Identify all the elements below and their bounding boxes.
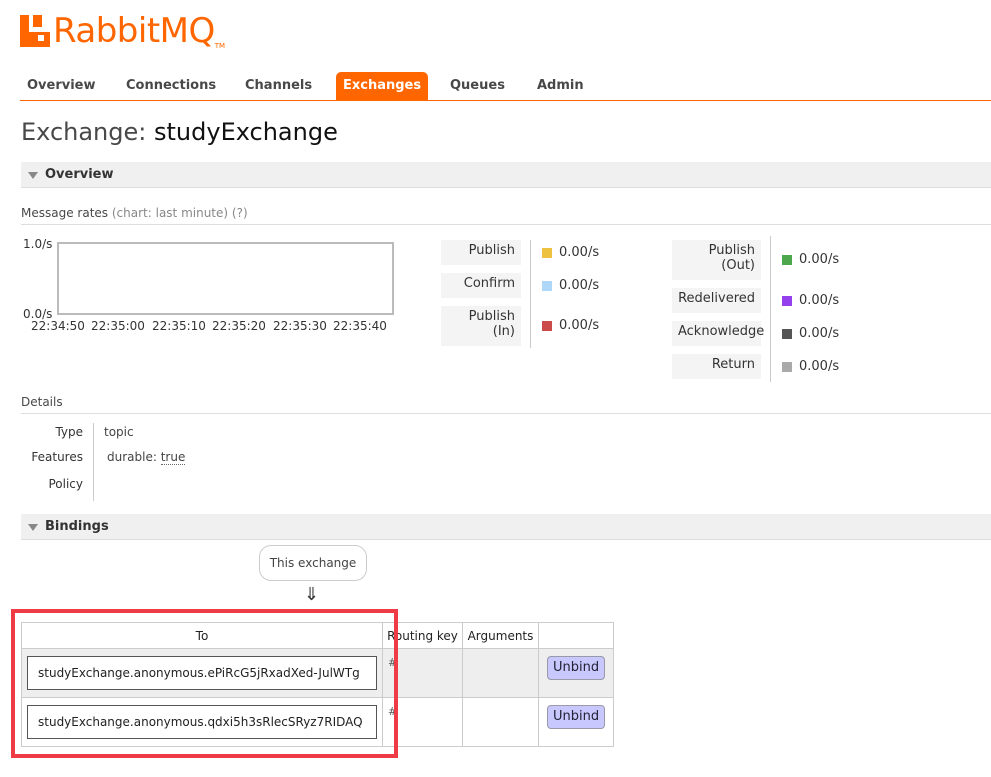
- main-nav: Overview Connections Channels Exchanges …: [20, 72, 991, 101]
- arguments-cell: [462, 648, 539, 698]
- message-rates-header: Message rates (chart: last minute) (?): [21, 206, 991, 225]
- legend-confirm-value: 0.00/s: [542, 278, 599, 293]
- tab-exchanges[interactable]: Exchanges: [336, 72, 429, 100]
- unbind-button[interactable]: Unbind: [547, 705, 606, 729]
- legend-redelivered-label: Redelivered: [672, 288, 761, 313]
- legend-acknowledge-value: 0.00/s: [782, 326, 839, 341]
- logo-text: RabbitMQ: [53, 11, 215, 51]
- confirm-swatch: [542, 280, 552, 291]
- details-header: Details: [21, 395, 991, 414]
- features-value: durable: true: [107, 450, 186, 465]
- acknowledge-swatch: [782, 328, 792, 339]
- chart-x-tick: 22:35:30: [273, 319, 327, 333]
- highlight-box: [11, 609, 398, 758]
- actions-cell: Unbind: [537, 648, 615, 698]
- collapse-triangle-icon: [28, 172, 38, 179]
- legend-publish-value: 0.00/s: [542, 245, 599, 260]
- message-rates-label: Message rates: [21, 206, 109, 220]
- publish-swatch: [542, 247, 552, 258]
- rabbitmq-logo-icon: [20, 15, 50, 47]
- return-swatch: [782, 361, 792, 372]
- legend-publish-in-value: 0.00/s: [542, 318, 599, 333]
- publish-out-rate: 0.00/s: [799, 252, 840, 267]
- legend-acknowledge-label: Acknowledge: [672, 321, 764, 346]
- publish-out-line2: (Out): [721, 258, 755, 273]
- bindings-section-header[interactable]: Bindings: [21, 514, 991, 540]
- chart-x-tick: 22:34:50: [31, 319, 85, 333]
- unbind-button[interactable]: Unbind: [547, 656, 606, 680]
- tab-connections[interactable]: Connections: [119, 72, 223, 100]
- publish-in-line2: (In): [492, 324, 515, 339]
- legend-divider: [770, 236, 771, 382]
- tab-admin[interactable]: Admin: [530, 72, 591, 100]
- chart-x-tick: 22:35:20: [212, 319, 266, 333]
- confirm-rate: 0.00/s: [559, 278, 600, 293]
- redelivered-rate: 0.00/s: [799, 293, 840, 308]
- publish-in-swatch: [542, 320, 552, 331]
- publish-out-line1: Publish: [708, 243, 755, 258]
- rabbitmq-logo: RabbitMQ TM: [20, 12, 225, 52]
- page-title: Exchange: studyExchange: [21, 118, 338, 146]
- publish-in-rate: 0.00/s: [559, 318, 600, 333]
- feature-durable-key: durable:: [107, 450, 157, 464]
- publish-out-swatch: [782, 254, 792, 265]
- bindings-header-label: Bindings: [45, 519, 109, 534]
- chart-x-tick: 22:35:40: [333, 319, 387, 333]
- down-arrow-icon: ⇓: [304, 584, 320, 605]
- publish-rate: 0.00/s: [559, 245, 600, 260]
- chart-x-tick: 22:35:00: [91, 319, 145, 333]
- collapse-triangle-icon: [28, 524, 38, 531]
- chart-x-tick: 22:35:10: [152, 319, 206, 333]
- legend-publish-in-label: Publish (In): [441, 306, 521, 346]
- details-divider: [93, 423, 94, 501]
- feature-durable-value: true: [160, 450, 186, 465]
- type-label: Type: [55, 425, 83, 439]
- this-exchange-box: This exchange: [259, 545, 367, 581]
- overview-header-label: Overview: [45, 167, 114, 182]
- logo-trademark: TM: [214, 42, 226, 50]
- tab-overview[interactable]: Overview: [20, 72, 103, 100]
- col-actions: [537, 622, 615, 649]
- message-rates-chart: [57, 242, 394, 315]
- legend-return-value: 0.00/s: [782, 359, 839, 374]
- legend-divider: [530, 240, 531, 348]
- actions-cell: Unbind: [537, 697, 615, 747]
- features-label: Features: [31, 450, 83, 464]
- arguments-cell: [462, 697, 539, 747]
- legend-redelivered-value: 0.00/s: [782, 293, 839, 308]
- publish-in-line1: Publish: [468, 309, 515, 324]
- tab-queues[interactable]: Queues: [443, 72, 512, 100]
- type-value: topic: [104, 425, 134, 439]
- chart-y-max: 1.0/s: [23, 237, 53, 251]
- rates-help-link[interactable]: (?): [232, 206, 248, 220]
- exchange-name: studyExchange: [154, 118, 338, 146]
- legend-publish-out-value: 0.00/s: [782, 252, 839, 267]
- redelivered-swatch: [782, 295, 792, 306]
- overview-section-header[interactable]: Overview: [21, 162, 991, 188]
- col-arguments: Arguments: [462, 622, 539, 649]
- acknowledge-rate: 0.00/s: [799, 326, 840, 341]
- tab-channels[interactable]: Channels: [238, 72, 319, 100]
- return-rate: 0.00/s: [799, 359, 840, 374]
- legend-publish-label: Publish: [441, 240, 521, 265]
- page-title-prefix: Exchange:: [21, 118, 147, 146]
- legend-confirm-label: Confirm: [441, 273, 521, 298]
- legend-return-label: Return: [672, 354, 761, 379]
- policy-label: Policy: [48, 477, 83, 491]
- legend-publish-out-label: Publish (Out): [672, 240, 761, 280]
- chart-range-link[interactable]: (chart: last minute): [112, 206, 228, 220]
